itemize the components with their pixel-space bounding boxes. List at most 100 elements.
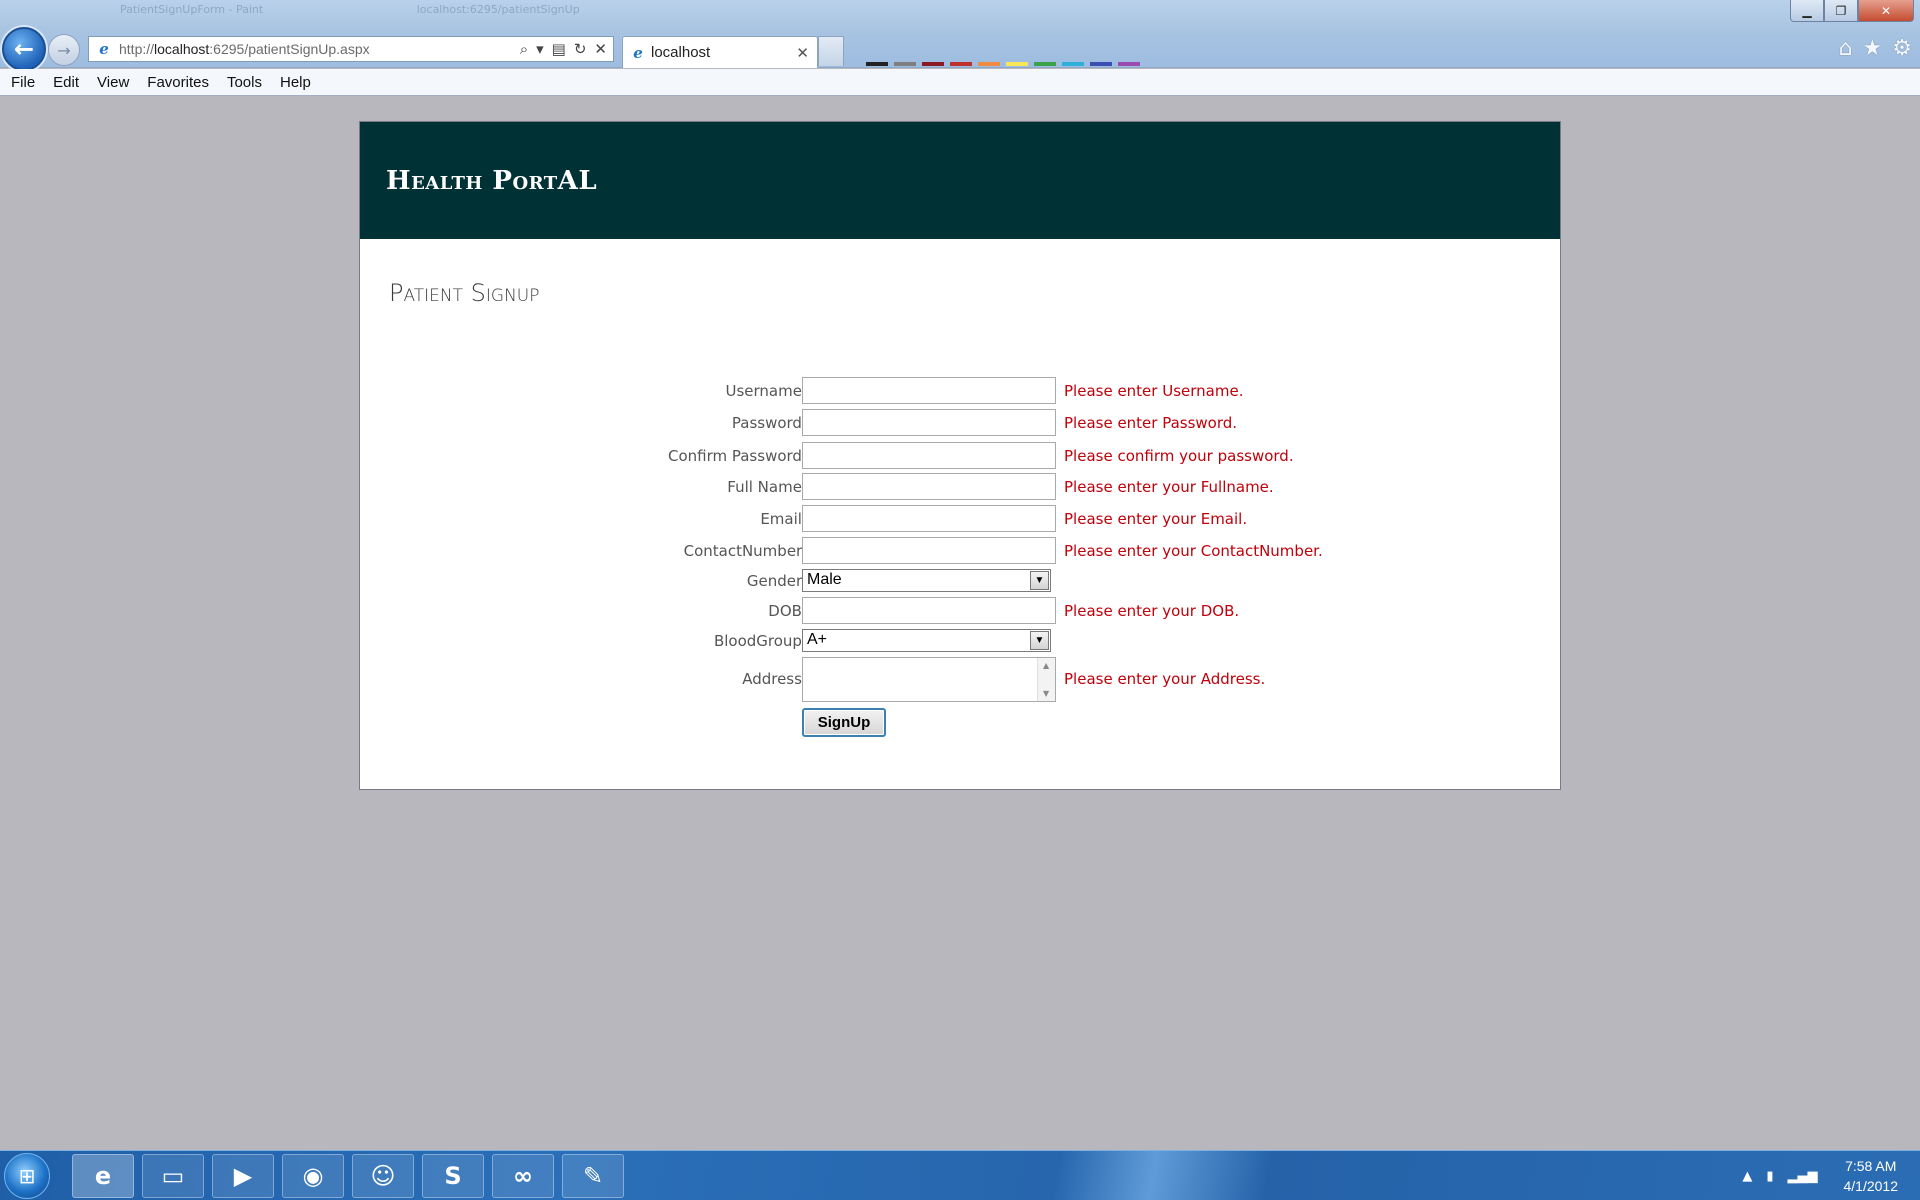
compatibility-view-icon[interactable]: ▤ <box>552 40 566 58</box>
visual-studio-icon[interactable]: ∞ <box>492 1154 554 1198</box>
url-path: :6295/patientSignUp.aspx <box>209 41 370 57</box>
media-player-icon[interactable]: ▶ <box>212 1154 274 1198</box>
site-header: Health PortAL <box>360 122 1560 239</box>
full-name-input[interactable] <box>802 473 1056 500</box>
address-textarea[interactable]: ▲ ▼ <box>802 657 1056 702</box>
username-error: Please enter Username. <box>1064 382 1244 400</box>
ie-page-icon: e <box>99 40 109 58</box>
menu-tools[interactable]: Tools <box>218 74 271 91</box>
clock-time: 7:58 AM <box>1845 1158 1897 1174</box>
full-name-label: Full Name: <box>727 478 807 496</box>
window-controls: ▁ ❐ ✕ <box>1790 0 1914 22</box>
blood-group-select[interactable]: A+ ▼ <box>802 629 1051 652</box>
signup-button[interactable]: SignUp <box>802 708 886 737</box>
windows-orb-icon[interactable]: ⊞ <box>4 1153 50 1199</box>
gender-label: Gender: <box>746 572 807 590</box>
clock-date: 4/1/2012 <box>1843 1178 1899 1194</box>
color-swatch <box>922 62 944 66</box>
username-label: Username: <box>725 382 807 400</box>
url-prefix: http:// <box>119 41 155 57</box>
contact-number-input[interactable] <box>802 537 1056 564</box>
scroll-up-icon[interactable]: ▲ <box>1043 661 1049 670</box>
address-scrollbar[interactable]: ▲ ▼ <box>1037 658 1055 701</box>
menu-bar: File Edit View Favorites Tools Help <box>0 69 1920 96</box>
contact-number-error: Please enter your ContactNumber. <box>1064 542 1323 560</box>
close-icon: ✕ <box>1880 3 1892 18</box>
back-button[interactable]: ← <box>2 27 46 71</box>
color-swatch <box>894 62 916 66</box>
gender-select[interactable]: Male ▼ <box>802 569 1051 592</box>
full-name-error: Please enter your Fullname. <box>1064 478 1274 496</box>
color-swatch <box>1118 62 1140 66</box>
back-arrow-icon: ← <box>13 35 35 63</box>
tab-close-icon[interactable]: ✕ <box>796 44 809 62</box>
color-swatch <box>1006 62 1028 66</box>
stop-icon[interactable]: ✕ <box>594 40 607 58</box>
password-label: Password: <box>731 414 807 432</box>
color-swatch <box>1062 62 1084 66</box>
full-name-row: Full Name: Please enter your Fullname. <box>360 473 1562 501</box>
minimize-icon: ▁ <box>1802 3 1812 18</box>
forward-arrow-icon: → <box>57 40 71 60</box>
username-input[interactable] <box>802 377 1056 404</box>
email-label: Email: <box>760 510 807 528</box>
confirm-password-error: Please confirm your password. <box>1064 447 1294 465</box>
scroll-down-icon[interactable]: ▼ <box>1043 689 1049 698</box>
messenger-icon[interactable]: ☺ <box>352 1154 414 1198</box>
browser-titlebar: PatientSignUpForm - Paint localhost:6295… <box>0 0 1920 71</box>
chrome-icon[interactable]: ◉ <box>282 1154 344 1198</box>
gear-icon[interactable]: ⚙ <box>1892 36 1912 61</box>
chevron-down-icon[interactable]: ▼ <box>1030 631 1049 650</box>
search-icon[interactable]: ⌕ <box>520 40 528 58</box>
dob-input[interactable] <box>802 597 1056 624</box>
internet-explorer-icon[interactable]: e <box>72 1154 134 1198</box>
menu-view[interactable]: View <box>88 74 138 91</box>
new-tab-button[interactable] <box>818 36 844 66</box>
contact-number-label: ContactNumber: <box>683 542 807 560</box>
tab-ie-icon: e <box>633 43 643 62</box>
show-hidden-icons-icon[interactable]: ▲ <box>1742 1169 1752 1184</box>
refresh-icon[interactable]: ↻ <box>574 40 587 58</box>
address-bar[interactable]: e http://localhost:6295/patientSignUp.as… <box>88 36 614 62</box>
dropdown-arrow-icon[interactable]: ▾ <box>536 40 544 58</box>
contact-number-row: ContactNumber: Please enter your Contact… <box>360 537 1562 565</box>
skype-icon[interactable]: S <box>422 1154 484 1198</box>
tab-localhost[interactable]: e localhost ✕ <box>622 36 818 68</box>
color-swatches <box>866 62 1140 66</box>
password-input[interactable] <box>802 409 1056 436</box>
menu-favorites[interactable]: Favorites <box>138 74 218 91</box>
favorites-star-icon[interactable]: ★ <box>1863 36 1883 61</box>
menu-edit[interactable]: Edit <box>44 74 88 91</box>
network-signal-icon[interactable]: ▂▄▆ <box>1788 1169 1818 1184</box>
clock[interactable]: 7:58 AM 4/1/2012 <box>1844 1156 1899 1196</box>
menu-file[interactable]: File <box>2 74 44 91</box>
username-row: Username: Please enter Username. <box>360 377 1562 405</box>
chevron-down-icon[interactable]: ▼ <box>1030 571 1049 590</box>
address-bar-buttons: ⌕ ▾ ▤ ↻ ✕ <box>520 40 613 58</box>
close-window-button[interactable]: ✕ <box>1858 0 1914 22</box>
file-explorer-icon[interactable]: ▭ <box>142 1154 204 1198</box>
confirm-password-input[interactable] <box>802 442 1056 469</box>
page-title: Patient Signup <box>389 279 540 307</box>
home-icon[interactable]: ⌂ <box>1839 36 1853 61</box>
color-swatch <box>1034 62 1056 66</box>
ghost-tab-1: PatientSignUpForm - Paint <box>120 3 264 16</box>
site-title: Health PortAL <box>386 165 598 196</box>
dob-error: Please enter your DOB. <box>1064 602 1240 620</box>
ghost-tabs: PatientSignUpForm - Paint localhost:6295… <box>120 3 730 16</box>
email-error: Please enter your Email. <box>1064 510 1248 528</box>
maximize-button[interactable]: ❐ <box>1824 0 1858 22</box>
minimize-button[interactable]: ▁ <box>1790 0 1824 22</box>
url-text[interactable]: http://localhost:6295/patientSignUp.aspx <box>119 41 520 57</box>
ghost-tab-2: localhost:6295/patientSignUp <box>416 3 580 16</box>
email-row: Email: Please enter your Email. <box>360 505 1562 533</box>
email-input[interactable] <box>802 505 1056 532</box>
color-swatch <box>1090 62 1112 66</box>
power-icon[interactable]: ▮ <box>1766 1169 1773 1184</box>
forward-button[interactable]: → <box>48 34 80 66</box>
password-row: Password: Please enter Password. <box>360 409 1562 437</box>
dob-row: DOB: Please enter your DOB. <box>360 597 1562 625</box>
blood-group-selected-value: A+ <box>807 631 828 648</box>
paint-icon[interactable]: ✎ <box>562 1154 624 1198</box>
menu-help[interactable]: Help <box>271 74 320 91</box>
